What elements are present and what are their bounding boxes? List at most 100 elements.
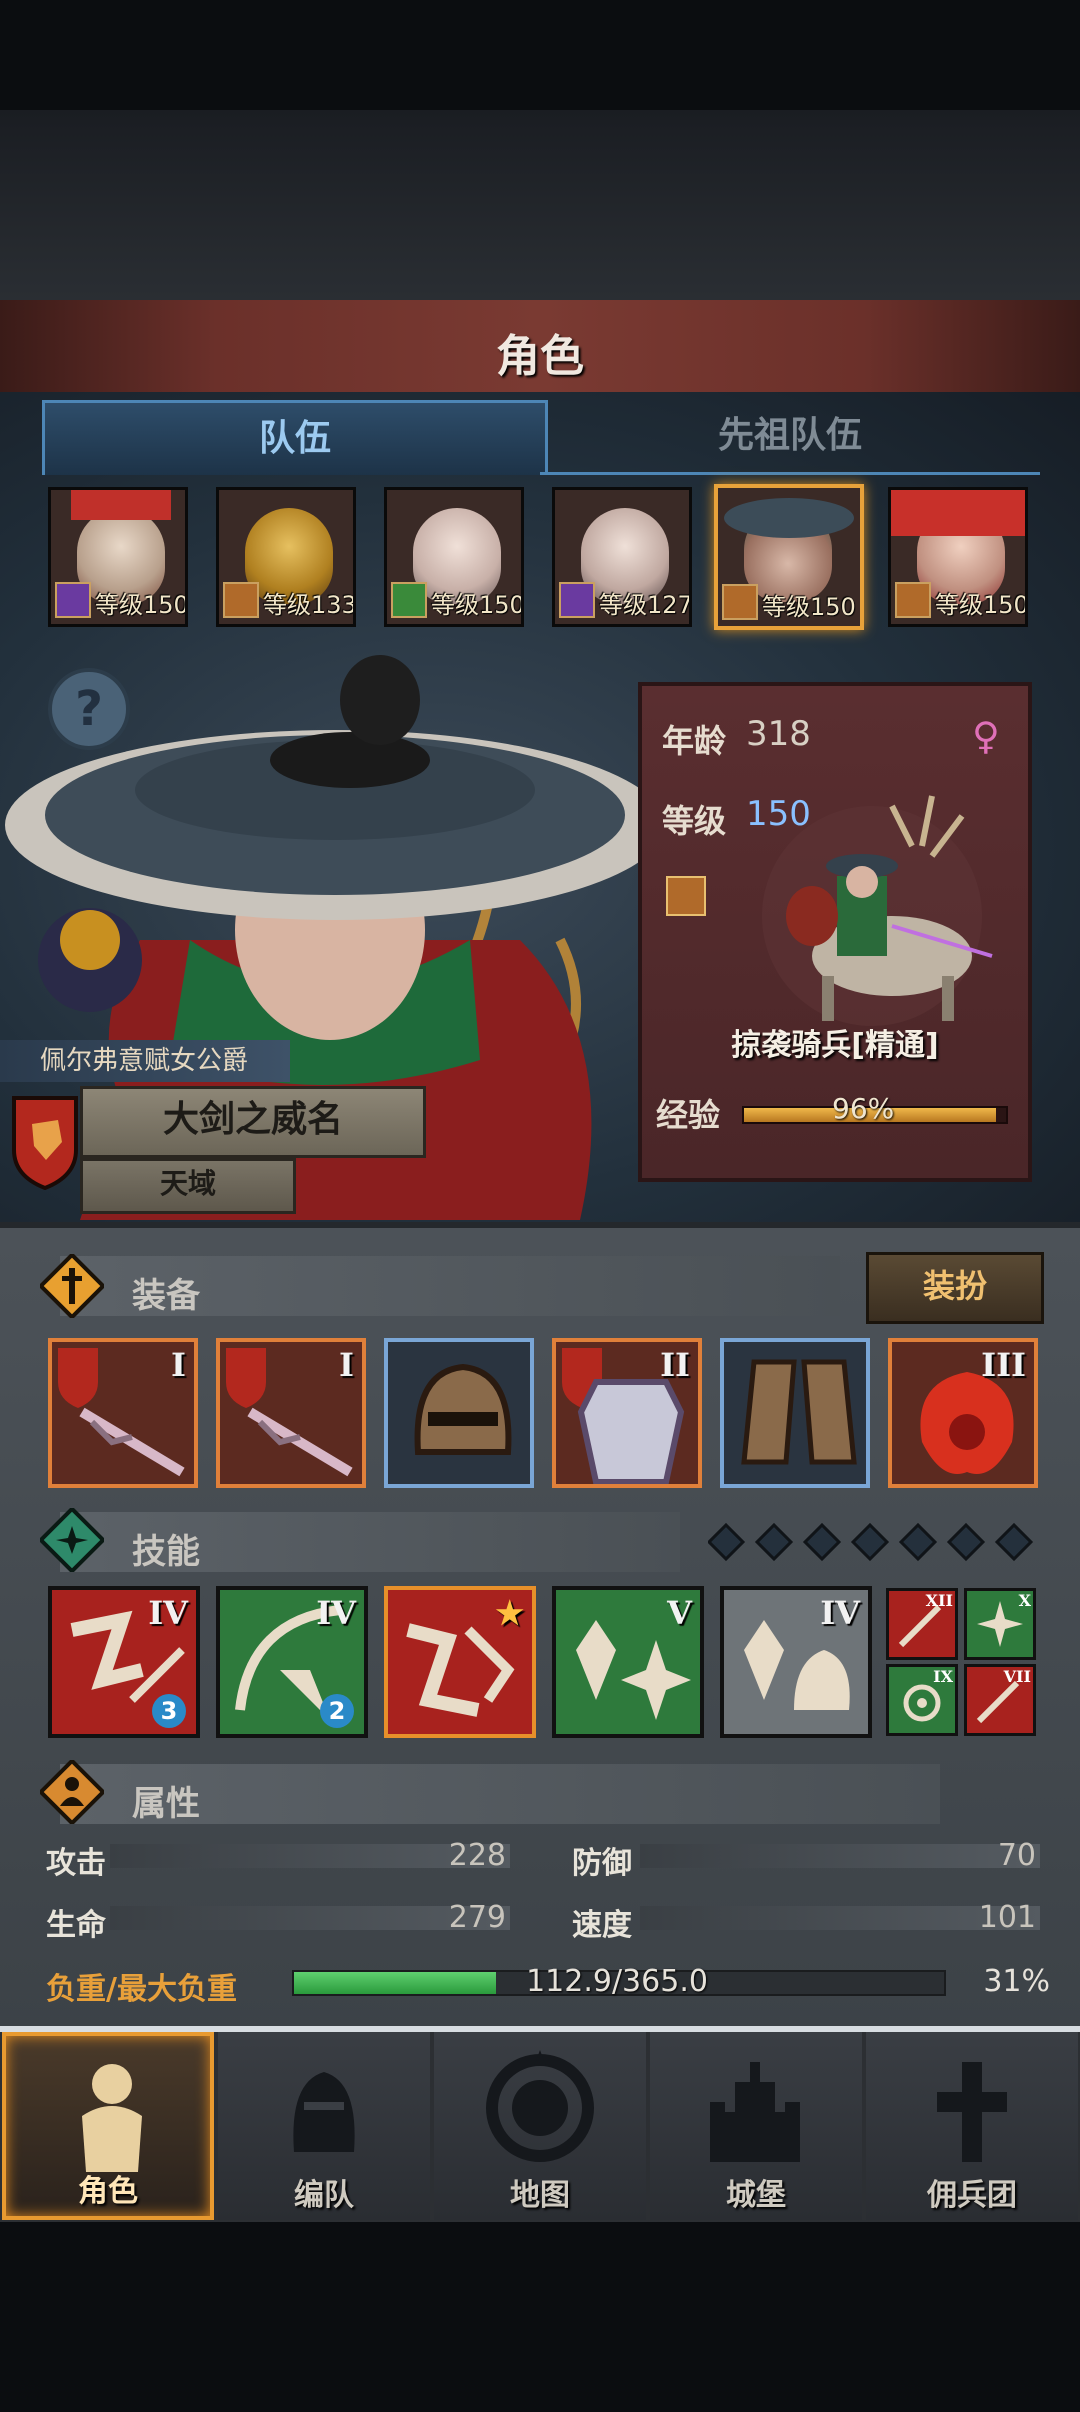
nav-castle[interactable]: 城堡 (650, 2032, 862, 2220)
passive-skill-2[interactable]: X (964, 1588, 1036, 1660)
tier-label: I (339, 1346, 354, 1384)
top-backdrop (0, 110, 1080, 300)
tier-label: IV (316, 1594, 356, 1632)
bottom-backdrop (0, 2222, 1080, 2412)
page-title: 角色 (496, 331, 584, 382)
skill-badge: 2 (320, 1694, 354, 1728)
load-percent: 31% (983, 1964, 1050, 1999)
tier-label: VII (1003, 1667, 1031, 1686)
team-level: 等级150 (935, 591, 1028, 619)
female-icon: ♀ (972, 714, 1000, 758)
skill-point-indicator (706, 1522, 1048, 1562)
skills-title: 技能 (132, 1532, 200, 1572)
attack-label: 攻击 (46, 1846, 106, 1881)
equip-slot-armor[interactable]: II (552, 1338, 702, 1488)
horse-icon (223, 582, 259, 618)
staff-icon (55, 582, 91, 618)
nav-mercenary[interactable]: 佣兵团 (866, 2032, 1078, 2220)
hero-rank: 天域 (80, 1158, 296, 1214)
attributes-title: 属性 (132, 1784, 200, 1824)
tier-label: II (660, 1346, 690, 1384)
attack-value: 228 (448, 1838, 506, 1873)
team-portrait-6[interactable]: 等级150 (888, 487, 1028, 627)
equip-slot-helmet[interactable] (384, 1338, 534, 1488)
passive-skill-3[interactable]: IX (886, 1664, 958, 1736)
passive-skill-1[interactable]: XII (886, 1588, 958, 1660)
defense-value: 70 (997, 1838, 1036, 1873)
tier-label: III (981, 1346, 1026, 1384)
hero-name: 大剑之威名 (80, 1086, 426, 1158)
age-value: 318 (746, 714, 811, 754)
skill-slot-4[interactable]: V (552, 1586, 704, 1738)
tier-label: XII (925, 1591, 953, 1610)
santa-hat (71, 490, 171, 520)
nav-character[interactable]: 角色 (2, 2032, 214, 2220)
knight-icon (82, 2064, 142, 2172)
cavalry-class-icon (666, 876, 706, 916)
nav-label: 角色 (78, 2174, 138, 2209)
team-level: 等级150 (95, 591, 188, 619)
equipment-title: 装备 (132, 1276, 200, 1316)
health-value: 279 (448, 1900, 506, 1935)
nav-map[interactable]: 地图 (434, 2032, 646, 2220)
team-portrait-3[interactable]: 等级150 (384, 487, 524, 627)
health-label: 生命 (46, 1908, 106, 1943)
skill-slot-5[interactable]: IV (720, 1586, 872, 1738)
tier-label: V (667, 1594, 692, 1632)
age-label: 年龄 (662, 722, 727, 760)
team-portrait-4[interactable]: 等级127 (552, 487, 692, 627)
tier-label: X (1018, 1591, 1031, 1610)
team-level: 等级127 (599, 591, 692, 619)
boots-icon (741, 1359, 857, 1465)
nav-label: 城堡 (726, 2178, 786, 2213)
gift-box-icon (891, 490, 1025, 536)
tab-team[interactable]: 队伍 (42, 400, 548, 475)
wolf-shield-icon (12, 1096, 78, 1190)
team-level: 等级150 (762, 593, 856, 621)
equip-slot-boots[interactable] (720, 1338, 870, 1488)
skill-badge: 3 (152, 1694, 186, 1728)
team-level: 等级133 (263, 591, 356, 619)
exp-label: 经验 (656, 1096, 721, 1134)
team-portrait-1[interactable]: 等级150 (48, 487, 188, 627)
class-name: 掠袭骑兵[精通] (731, 1028, 939, 1063)
helmet-formation-icon (293, 2072, 355, 2152)
nav-label: 佣兵团 (927, 2178, 1017, 2213)
equip-slot-weapon-1[interactable]: I (48, 1338, 198, 1488)
team-portrait-5-selected[interactable]: 等级150 (714, 484, 864, 630)
tier-star: ★ (495, 1594, 524, 1632)
tier-label: IV (148, 1594, 188, 1632)
load-label: 负重/最大负重 (46, 1972, 237, 2007)
character-info-card: 年龄 318 ♀ 等级 150 掠袭骑兵[精通] 经验 96% (638, 682, 1032, 1182)
load-value: 112.9/365.0 (526, 1964, 708, 1999)
mercenary-icon (937, 2062, 1007, 2162)
helmet-icon (414, 1363, 512, 1455)
staff-icon (559, 582, 595, 618)
owner-title: 佩尔弗意赋女公爵 (0, 1040, 290, 1082)
nav-formation[interactable]: 编队 (218, 2032, 430, 2220)
defense-label: 防御 (572, 1846, 632, 1881)
equip-slot-weapon-2[interactable]: I (216, 1338, 366, 1488)
speed-value: 101 (978, 1900, 1036, 1935)
equip-slot-emblem[interactable]: III (888, 1338, 1038, 1488)
person-section-icon (40, 1760, 104, 1824)
speed-label: 速度 (572, 1908, 632, 1943)
exp-percent: 96% (832, 1092, 895, 1125)
horse-icon (722, 584, 758, 620)
passive-skill-4[interactable]: VII (964, 1664, 1036, 1736)
skill-slot-3[interactable]: ★ (384, 1586, 536, 1738)
team-portrait-2[interactable]: 等级133 (216, 487, 356, 627)
title-bar: 角色 (0, 300, 1080, 396)
tab-ancestor-team[interactable]: 先祖队伍 (540, 400, 1040, 475)
nav-label: 编队 (294, 2178, 354, 2213)
outfit-button[interactable]: 装扮 (866, 1252, 1044, 1324)
team-level: 等级150 (431, 591, 524, 619)
star-section-icon (40, 1508, 104, 1572)
tier-label: IV (820, 1594, 860, 1632)
bow-icon (391, 582, 427, 618)
horse-icon (895, 582, 931, 618)
hat-icon (724, 498, 854, 538)
skill-slot-2[interactable]: IV 2 (216, 1586, 368, 1738)
skill-slot-1[interactable]: IV 3 (48, 1586, 200, 1738)
tier-label: IX (933, 1667, 953, 1686)
